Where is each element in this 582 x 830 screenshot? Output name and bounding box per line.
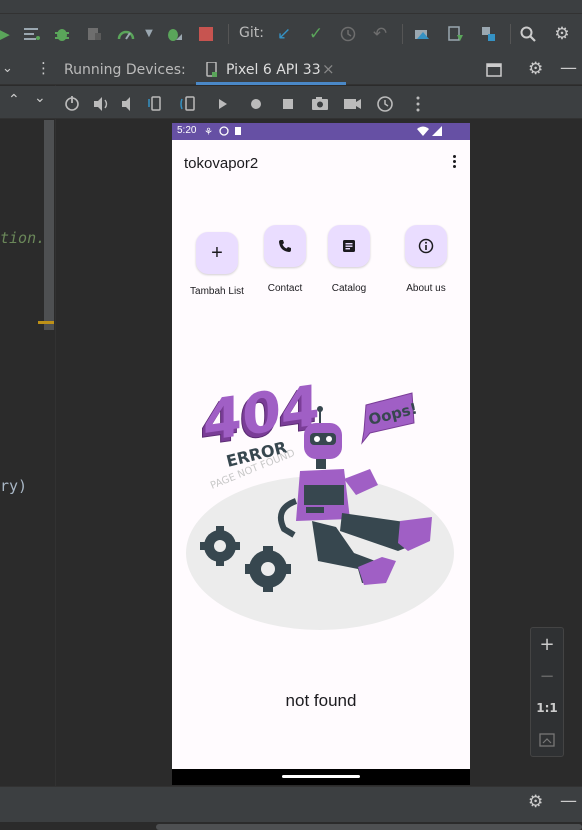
action-label: About us (406, 283, 446, 294)
status-bar: 5:20 ⚘ (172, 123, 470, 140)
search-icon[interactable] (518, 24, 538, 44)
editor-nav-header: ⌃ ⌄ (0, 86, 56, 119)
plus-icon: + (211, 242, 223, 264)
catalog-button[interactable] (328, 225, 370, 267)
toolbar-separator (402, 24, 403, 44)
settings-icon[interactable]: ⚙ (528, 792, 543, 812)
debug-icon[interactable] (52, 24, 72, 44)
action-label: Contact (267, 283, 303, 294)
rotate-right-icon[interactable] (180, 96, 195, 111)
volume-down-icon[interactable] (122, 97, 130, 111)
tab-label: Pixel 6 API 33 (226, 62, 321, 78)
toolbar-separator (510, 24, 511, 44)
screen-record-icon[interactable] (344, 99, 361, 109)
editor-scroll-marker (38, 321, 54, 324)
project-structure-icon[interactable] (478, 24, 498, 44)
wifi-icon (416, 124, 430, 141)
close-icon[interactable]: × (322, 60, 335, 78)
overflow-menu-icon[interactable] (450, 155, 458, 173)
device-icon (206, 61, 218, 82)
action-catalog[interactable]: Catalog (312, 225, 386, 294)
toolbar-separator (228, 24, 229, 44)
chevron-down-icon[interactable]: ⌄ (2, 61, 13, 76)
add-button[interactable]: + (196, 232, 238, 274)
horizontal-scrollbar[interactable] (156, 824, 582, 830)
app-title: tokovapor2 (184, 155, 259, 172)
toolbar-row: ▶ ▼ Git: ↙ ✓ ↶ ⚙ (0, 16, 582, 52)
stop-icon[interactable] (196, 24, 216, 44)
device-controls (56, 86, 582, 119)
screenshot-icon[interactable] (312, 97, 328, 110)
sdk-manager-icon[interactable] (446, 24, 466, 44)
rotate-left-icon[interactable] (148, 96, 161, 111)
error-404-illustration: 404 404 ERROR PAGE NOT FOUND Oops! (186, 361, 458, 633)
about-button[interactable] (405, 225, 447, 267)
apply-changes-icon[interactable] (164, 24, 184, 44)
catalog-icon (343, 240, 355, 252)
tab-pixel-6-api-33[interactable]: Pixel 6 API 33 × (196, 56, 346, 85)
main-toolbar: ▶ ▼ Git: ↙ ✓ ↶ ⚙ (0, 0, 582, 56)
volume-up-icon[interactable] (94, 97, 108, 111)
device-manager-icon[interactable] (412, 24, 432, 44)
oops-speech-bubble: Oops! (361, 392, 419, 445)
fit-screen-button[interactable] (531, 725, 563, 755)
editor-header: ⌄ ⋮ (0, 56, 56, 85)
more-options-icon[interactable]: ⋮ (36, 59, 51, 77)
profile-icon[interactable] (116, 24, 136, 44)
back-icon[interactable] (219, 99, 227, 109)
svg-text:⚘: ⚘ (204, 127, 213, 138)
chevron-down-icon[interactable]: ⌄ (34, 90, 46, 106)
running-devices-title: Running Devices: (64, 62, 186, 78)
not-found-message: not found (285, 691, 357, 710)
git-update-icon[interactable]: ↙ (274, 24, 294, 44)
git-history-icon[interactable] (338, 24, 358, 44)
snapshot-icon[interactable] (377, 96, 393, 112)
zoom-out-button[interactable]: − (531, 661, 563, 691)
chevron-up-icon[interactable]: ⌃ (8, 92, 20, 108)
signal-icon (432, 124, 444, 141)
code-fragment: tion. (0, 229, 46, 247)
git-label: Git: (239, 25, 264, 41)
device-controls-icons (65, 96, 420, 112)
navigation-bar (172, 769, 470, 785)
zoom-in-button[interactable]: + (531, 629, 563, 659)
editor-scrollbar[interactable] (44, 120, 54, 330)
code-fragment: ry) (0, 477, 28, 495)
app-bar: tokovapor2 (172, 140, 470, 188)
minimize-icon[interactable]: — (560, 791, 577, 811)
info-icon (418, 238, 434, 254)
bottom-tool-bar: ⚙ — (0, 786, 582, 822)
action-about-us[interactable]: About us (388, 225, 464, 294)
power-icon[interactable] (65, 96, 79, 111)
more-icon[interactable] (416, 96, 420, 112)
git-rollback-icon[interactable]: ↶ (370, 24, 390, 44)
attach-debugger-icon[interactable] (84, 24, 104, 44)
phone-icon (279, 240, 291, 252)
make-project-icon[interactable] (22, 24, 42, 44)
android-run-icon[interactable]: ▶ (0, 24, 14, 44)
contact-button[interactable] (264, 225, 306, 267)
actual-size-button[interactable]: 1:1 (531, 693, 563, 723)
profile-dropdown-icon[interactable]: ▼ (139, 24, 159, 44)
action-label: Catalog (331, 283, 367, 294)
settings-icon[interactable]: ⚙ (552, 24, 572, 44)
status-icons: ⚘ (204, 124, 244, 141)
running-devices-header: Running Devices: Pixel 6 API 33 × ⚙ — (56, 56, 582, 85)
settings-icon[interactable]: ⚙ (528, 59, 543, 79)
home-icon[interactable] (251, 99, 261, 109)
toolbar-top-strip (0, 0, 582, 14)
gesture-handle[interactable] (282, 775, 360, 778)
phone-screen[interactable]: 5:20 ⚘ tokovapor2 + Tambah List Contact … (172, 123, 470, 785)
action-contact[interactable]: Contact (248, 225, 322, 294)
zoom-controls: + − 1:1 (530, 627, 564, 757)
status-time: 5:20 (177, 125, 197, 136)
fit-screen-icon (539, 733, 555, 747)
git-commit-icon[interactable]: ✓ (306, 24, 326, 44)
minimize-icon[interactable]: — (560, 58, 577, 78)
window-layout-icon[interactable] (486, 62, 502, 81)
overview-icon[interactable] (283, 99, 293, 109)
